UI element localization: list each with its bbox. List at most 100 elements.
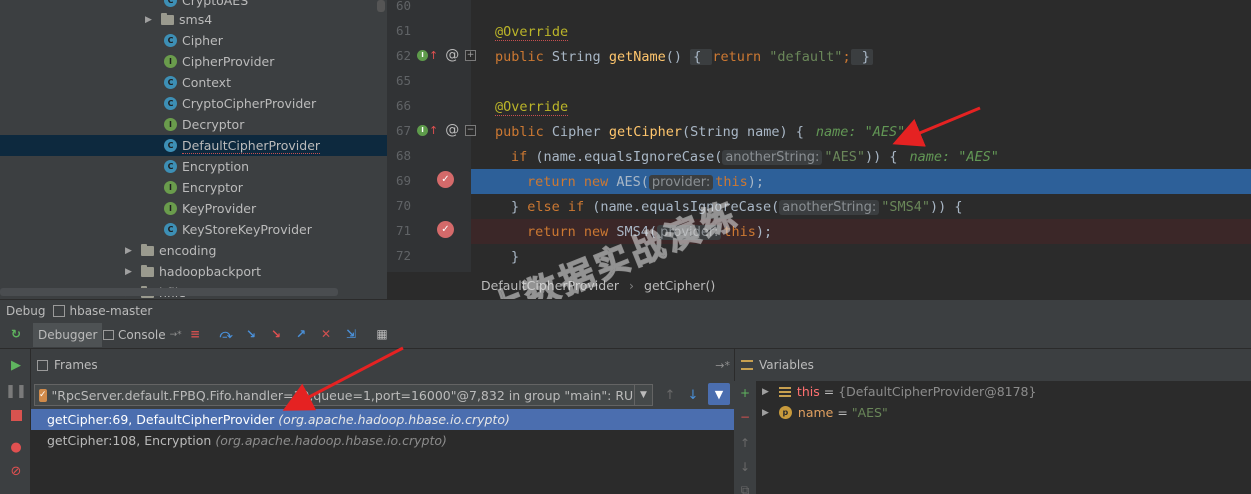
breadcrumb-separator-icon: › [629, 278, 635, 293]
tree-item-decryptor[interactable]: I Decryptor [164, 114, 244, 135]
tree-item-encryptor[interactable]: I Encryptor [164, 177, 243, 198]
thread-dropdown[interactable]: ✓ "RpcServer.default.FPBQ.Fifo.handler=1… [34, 384, 653, 406]
line-number: 69 [395, 173, 411, 188]
override-gutter-marker[interactable]: I ↑ @ [417, 47, 459, 63]
tree-item-defaultcipherprovider[interactable]: C DefaultCipherProvider [0, 135, 387, 156]
at-icon: @ [445, 47, 460, 63]
previous-frame-icon[interactable]: ↑ [662, 387, 678, 403]
run-to-cursor-icon[interactable]: ⇲ [343, 326, 359, 342]
breakpoint-icon[interactable]: ✓ [437, 221, 454, 238]
tree-vertical-scrollbar[interactable] [377, 0, 385, 12]
view-breakpoints-icon[interactable]: ● [8, 439, 24, 455]
breakpoint-icon[interactable]: ✓ [437, 171, 454, 188]
interface-icon: I [164, 118, 177, 131]
console-icon [103, 330, 114, 340]
class-icon: C [164, 97, 177, 110]
expand-arrow-icon[interactable]: ▶ [762, 408, 769, 418]
breadcrumb-class[interactable]: DefaultCipherProvider [481, 278, 619, 293]
expand-arrow-icon[interactable]: ▶ [125, 246, 135, 256]
code-line-61[interactable]: @Override [471, 19, 1251, 44]
debug-toolbar: ↻ Debugger Console →* ≡ ⤼ ↘ ↘ ↗ ✕ ⇲ ▦ [0, 321, 1251, 349]
parameter-hint: anotherString: [779, 199, 880, 215]
code-line-69-execution-point[interactable]: return new AES(provider: this); [471, 169, 1251, 194]
remove-watch-icon[interactable]: − [738, 410, 752, 424]
expand-arrow-icon[interactable]: ▶ [125, 267, 135, 277]
tree-horizontal-scrollbar[interactable] [0, 288, 338, 296]
frame-row[interactable]: getCipher:69, DefaultCipherProvider (org.… [31, 409, 734, 430]
parameter-hint: provider: [648, 174, 714, 190]
line-number: 66 [395, 98, 411, 113]
at-icon: @ [445, 122, 460, 138]
editor-gutter[interactable]: 60 61 62 65 66 67 68 69 70 71 72 I ↑ @ I ↑ @… [387, 0, 471, 272]
next-frame-icon[interactable]: ↓ [685, 387, 701, 403]
pin-icon[interactable]: →* [715, 359, 730, 372]
tree-item-cryptocipherprovider[interactable]: C CryptoCipherProvider [164, 93, 316, 114]
step-over-icon[interactable]: ⤼ [218, 326, 234, 342]
variables-list: ▶ this = {DefaultCipherProvider@8178} ▶ … [756, 381, 1251, 494]
code-line-71-breakpoint[interactable]: return new SMS4(provider: this); [471, 219, 1251, 244]
variable-row-name[interactable]: ▶ p name = "AES" [762, 402, 888, 423]
step-out-icon[interactable]: ↗ [293, 326, 309, 342]
tab-debugger[interactable]: Debugger [33, 323, 103, 347]
tree-item-cipherprovider[interactable]: I CipherProvider [164, 51, 274, 72]
resume-icon[interactable]: ▶ [8, 357, 24, 373]
drop-frame-icon[interactable]: ✕ [318, 326, 334, 342]
code-line-62[interactable]: public String getName() { return "defaul… [471, 44, 1251, 69]
interface-icon: I [164, 202, 177, 215]
filter-frames-icon[interactable]: ▼ [708, 383, 730, 405]
tree-item-keyprovider[interactable]: I KeyProvider [164, 198, 256, 219]
evaluate-expression-icon[interactable]: ▦ [374, 326, 390, 342]
new-watch-icon[interactable]: + [738, 386, 752, 400]
stop-icon[interactable] [8, 407, 24, 423]
code-line-72[interactable]: } [471, 244, 1251, 269]
code-line-67[interactable]: public Cipher getCipher(String name) {na… [471, 119, 1251, 144]
folder-icon [141, 243, 154, 256]
move-down-icon[interactable]: ↓ [738, 460, 752, 474]
inline-debug-value: name: "AES" [815, 123, 906, 140]
frame-row[interactable]: getCipher:108, Encryption (org.apache.had… [31, 430, 734, 451]
up-arrow-icon: ↑ [429, 48, 439, 62]
rerun-icon[interactable]: ↻ [8, 326, 24, 342]
tree-item-encoding[interactable]: ▶ encoding [125, 240, 216, 261]
tree-item-cipher[interactable]: C Cipher [164, 30, 223, 51]
line-number: 70 [395, 198, 411, 213]
tree-item-sms4[interactable]: ▶ sms4 [145, 9, 212, 30]
move-up-icon[interactable]: ↑ [738, 436, 752, 450]
line-number: 67 [395, 123, 411, 138]
step-into-icon[interactable]: ↘ [243, 326, 259, 342]
force-step-into-icon[interactable]: ↘ [268, 326, 284, 342]
tree-item-context[interactable]: C Context [164, 72, 231, 93]
code-line-68[interactable]: if (name.equalsIgnoreCase(anotherString:… [471, 144, 1251, 169]
variables-toolbar: + − ↑ ↓ ⧉ [734, 381, 756, 494]
breadcrumb-method[interactable]: getCipher() [644, 278, 715, 293]
chevron-down-icon[interactable]: ▼ [634, 385, 652, 405]
copy-watch-icon[interactable]: ⧉ [738, 483, 752, 494]
variable-row-this[interactable]: ▶ this = {DefaultCipherProvider@8178} [762, 381, 1036, 402]
parameter-icon: p [778, 406, 792, 419]
tree-item-hadoopbackport[interactable]: ▶ hadoopbackport [125, 261, 261, 282]
override-gutter-marker[interactable]: I ↑ @ [417, 122, 459, 138]
parameter-hint: provider: [657, 224, 722, 240]
expand-arrow-icon[interactable]: ▶ [145, 15, 155, 25]
tab-console[interactable]: Console →* [98, 323, 187, 347]
show-execution-point-icon[interactable]: ≡ [187, 326, 203, 342]
tree-item-keystorekeyprovider[interactable]: C KeyStoreKeyProvider [164, 219, 312, 240]
frames-header: Frames →* [31, 349, 734, 381]
parameter-hint: anotherString: [722, 149, 823, 165]
code-line-70[interactable]: } else if (name.equalsIgnoreCase(another… [471, 194, 1251, 219]
class-icon: C [164, 160, 177, 173]
pause-icon[interactable]: ❚❚ [5, 383, 27, 399]
tree-item-encryption[interactable]: C Encryption [164, 156, 249, 177]
class-icon: C [164, 139, 177, 152]
variables-icon [741, 360, 753, 370]
thread-selector-row: ✓ "RpcServer.default.FPBQ.Fifo.handler=1… [31, 381, 734, 409]
class-icon: C [164, 223, 177, 236]
code-editor[interactable]: 60 61 62 65 66 67 68 69 70 71 72 I ↑ @ I ↑ @… [387, 0, 1251, 299]
mute-breakpoints-icon[interactable]: ⊘ [8, 463, 24, 479]
debug-title: Debug [6, 303, 46, 318]
interface-icon: I [164, 55, 177, 68]
run-config-name[interactable]: hbase-master [69, 304, 152, 318]
expand-arrow-icon[interactable]: ▶ [762, 387, 769, 397]
code-line-66[interactable]: @Override [471, 94, 1251, 119]
class-icon: C [164, 34, 177, 47]
